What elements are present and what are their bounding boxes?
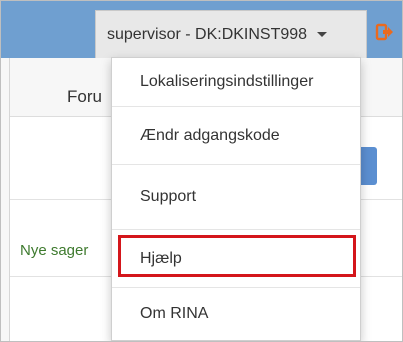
app-window: supervisor - DK:DKINST998 Foru Nye sager… bbox=[0, 0, 403, 342]
menu-item-label: Ændr adgangskode bbox=[140, 126, 280, 144]
caret-down-icon bbox=[317, 32, 328, 37]
menu-item-localization[interactable]: Lokaliseringsindstillinger bbox=[112, 58, 360, 106]
menu-item-about[interactable]: Om RINA bbox=[112, 288, 360, 340]
menu-item-label: Support bbox=[140, 188, 197, 205]
user-menu-button[interactable]: supervisor - DK:DKINST998 bbox=[95, 10, 367, 58]
new-cases-link[interactable]: Nye sager bbox=[20, 242, 88, 259]
logout-icon bbox=[375, 23, 393, 41]
user-dropdown-menu: Lokaliseringsindstillinger Ændr adgangsk… bbox=[111, 57, 361, 341]
top-navbar: supervisor - DK:DKINST998 bbox=[1, 1, 402, 58]
logout-button[interactable] bbox=[369, 18, 399, 46]
menu-item-change-password[interactable]: Ændr adgangskode bbox=[112, 107, 360, 164]
tab-forum[interactable]: Foru bbox=[67, 87, 102, 107]
left-panel-edge bbox=[1, 58, 10, 341]
menu-item-label: Lokaliseringsindstillinger bbox=[140, 73, 314, 90]
help-highlight-box bbox=[118, 235, 356, 277]
user-menu-label: supervisor - DK:DKINST998 bbox=[107, 25, 308, 43]
menu-item-label: Om RINA bbox=[140, 305, 209, 322]
menu-item-support[interactable]: Support bbox=[112, 165, 360, 229]
